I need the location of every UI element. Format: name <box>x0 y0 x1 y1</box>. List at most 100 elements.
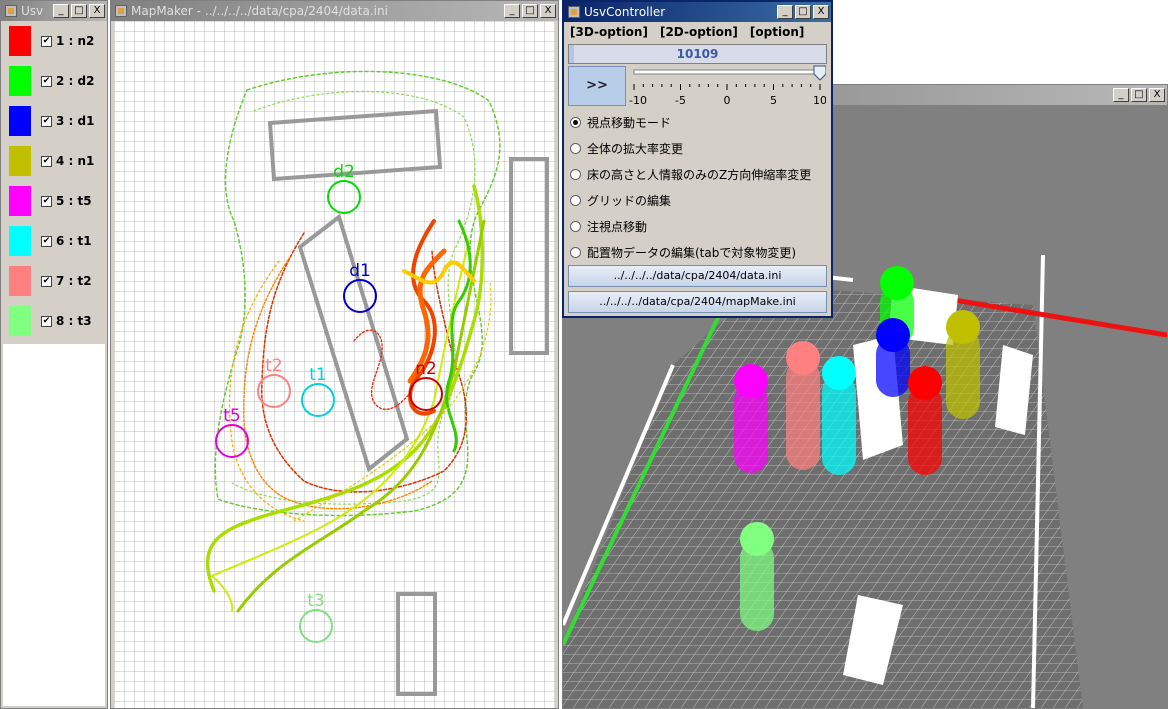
cylinder-head <box>734 364 768 398</box>
legend-label: 4 : n1 <box>56 154 95 168</box>
mode-option[interactable]: 床の高さと人情報のみのZ方向伸縮率変更 <box>570 164 811 184</box>
zoom-slider[interactable]: -10 -5 0 5 10 <box>626 64 826 108</box>
java-app-icon <box>568 6 580 18</box>
person-cylinder[interactable] <box>908 366 942 475</box>
legend-checkbox[interactable]: ✔ <box>41 115 52 127</box>
legend-checkbox[interactable]: ✔ <box>41 35 52 47</box>
mode-option[interactable]: 全体の拡大率変更 <box>570 138 683 158</box>
map-drawing[interactable]: d2 d1 n2 t1 t2 t5 t3 <box>114 21 555 709</box>
legend-color-swatch[interactable] <box>9 226 31 256</box>
close-button[interactable]: X <box>540 4 556 18</box>
slider-tick-label: -10 <box>629 94 647 107</box>
legend-checkbox[interactable]: ✔ <box>41 155 52 167</box>
slider-tick-labels: -10 -5 0 5 10 <box>629 94 826 107</box>
radio-button[interactable] <box>570 220 581 232</box>
mode-option[interactable]: 配置物データの編集(tabで対象物変更) <box>570 242 796 262</box>
slider-thumb[interactable] <box>813 65 826 81</box>
legend-item: ✔ 4 : n1 <box>1 143 94 179</box>
slider-tick-label: 0 <box>724 94 731 107</box>
maximize-button[interactable]: □ <box>1131 88 1147 102</box>
close-button[interactable]: X <box>813 5 829 19</box>
frame-value: 10109 <box>676 47 719 61</box>
legend-item: ✔ 8 : t3 <box>1 303 92 339</box>
close-button[interactable]: X <box>1149 88 1165 102</box>
legend-label: 3 : d1 <box>56 114 95 128</box>
legend-checkbox[interactable]: ✔ <box>41 195 52 207</box>
radio-button[interactable] <box>570 194 581 206</box>
legend-label: 5 : t5 <box>56 194 92 208</box>
menu-3d-option[interactable]: [3D-option] <box>564 22 654 42</box>
legend-color-swatch[interactable] <box>9 146 31 176</box>
legend-item: ✔ 2 : d2 <box>1 63 94 99</box>
legend-item: ✔ 1 : n2 <box>1 23 94 59</box>
legend-color-swatch[interactable] <box>9 266 31 296</box>
close-button[interactable]: X <box>89 4 105 18</box>
mode-label: 視点移動モード <box>587 115 672 130</box>
legend-label: 8 : t3 <box>56 314 92 328</box>
radio-button[interactable] <box>570 246 581 258</box>
maximize-button[interactable]: □ <box>71 4 87 18</box>
minimize-button[interactable]: _ <box>777 5 793 19</box>
legend-checkbox[interactable]: ✔ <box>41 275 52 287</box>
mode-label: 床の高さと人情報のみのZ方向伸縮率変更 <box>587 167 812 182</box>
legend-color-swatch[interactable] <box>9 186 31 216</box>
legend-color-swatch[interactable] <box>9 66 31 96</box>
person-marker-label: t1 <box>309 365 326 385</box>
cylinder-head <box>908 366 942 400</box>
cylinder-head <box>822 356 856 390</box>
minimize-button[interactable]: _ <box>53 4 69 18</box>
legend-color-swatch[interactable] <box>9 106 31 136</box>
mode-label: グリッドの編集 <box>587 193 672 208</box>
legend-color-swatch[interactable] <box>9 306 31 336</box>
maximize-button[interactable]: □ <box>522 4 538 18</box>
mapmaker-titlebar[interactable]: MapMaker - ../../../../data/cpa/2404/dat… <box>111 1 558 21</box>
maximize-button[interactable]: □ <box>795 5 811 19</box>
cylinder-head <box>880 266 914 300</box>
person-cylinder[interactable] <box>822 356 856 475</box>
mode-option[interactable]: 注視点移動 <box>570 216 647 236</box>
legend-checkbox[interactable]: ✔ <box>41 315 52 327</box>
minimize-button[interactable]: _ <box>1113 88 1129 102</box>
cylinder-head <box>786 341 820 375</box>
legend-label: 1 : n2 <box>56 34 95 48</box>
legend-label: 7 : t2 <box>56 274 92 288</box>
mapmaker-title: MapMaker - ../../../../data/cpa/2404/dat… <box>131 4 388 18</box>
legend-item: ✔ 7 : t2 <box>1 263 92 299</box>
legend-item: ✔ 3 : d1 <box>1 103 94 139</box>
person-cylinder[interactable] <box>786 341 820 470</box>
frame-progress-bar[interactable]: 10109 <box>568 44 827 64</box>
legend-color-swatch[interactable] <box>9 26 31 56</box>
radio-button[interactable] <box>570 168 581 180</box>
slider-tick-label: -5 <box>675 94 686 107</box>
legend-checkbox[interactable]: ✔ <box>41 75 52 87</box>
person-cylinder[interactable] <box>734 364 768 473</box>
legend-checkbox[interactable]: ✔ <box>41 235 52 247</box>
cylinder-head <box>946 310 980 344</box>
menu-2d-option[interactable]: [2D-option] <box>654 22 744 42</box>
person-cylinder[interactable] <box>740 522 774 631</box>
person-marker-label: n2 <box>415 359 437 379</box>
mode-option[interactable]: グリッドの編集 <box>570 190 671 210</box>
person-marker-label: t3 <box>307 591 324 611</box>
legend-titlebar[interactable]: Usv _ □ X <box>1 1 107 21</box>
legend-item: ✔ 6 : t1 <box>1 223 92 259</box>
minimize-button[interactable]: _ <box>504 4 520 18</box>
mapmake-ini-button[interactable]: ../../../../data/cpa/2404/mapMake.ini <box>568 291 827 313</box>
person-cylinder[interactable] <box>946 310 980 419</box>
legend-window: Usv _ □ X ✔ 1 : n2 ✔ 2 : d2 ✔ 3 : d1 ✔ 4 : n1 ✔ 5… <box>0 0 108 709</box>
person-marker-label: t2 <box>265 356 282 376</box>
map-canvas[interactable]: d2 d1 n2 t1 t2 t5 t3 <box>114 21 555 708</box>
java-app-icon <box>115 5 127 17</box>
slider-track <box>633 69 821 75</box>
radio-button[interactable] <box>570 142 581 154</box>
controller-titlebar[interactable]: UsvController _ □ X <box>564 2 831 22</box>
menu-option[interactable]: [option] <box>744 22 810 42</box>
legend-empty-area <box>3 344 105 706</box>
mode-option[interactable]: 視点移動モード <box>570 112 671 132</box>
radio-button[interactable] <box>570 116 581 128</box>
play-button[interactable]: >> <box>568 66 626 106</box>
legend-label: 2 : d2 <box>56 74 95 88</box>
data-ini-button[interactable]: ../../../../data/cpa/2404/data.ini <box>568 265 827 287</box>
person-cylinder[interactable] <box>876 318 910 397</box>
slider-tick-label: 5 <box>770 94 777 107</box>
